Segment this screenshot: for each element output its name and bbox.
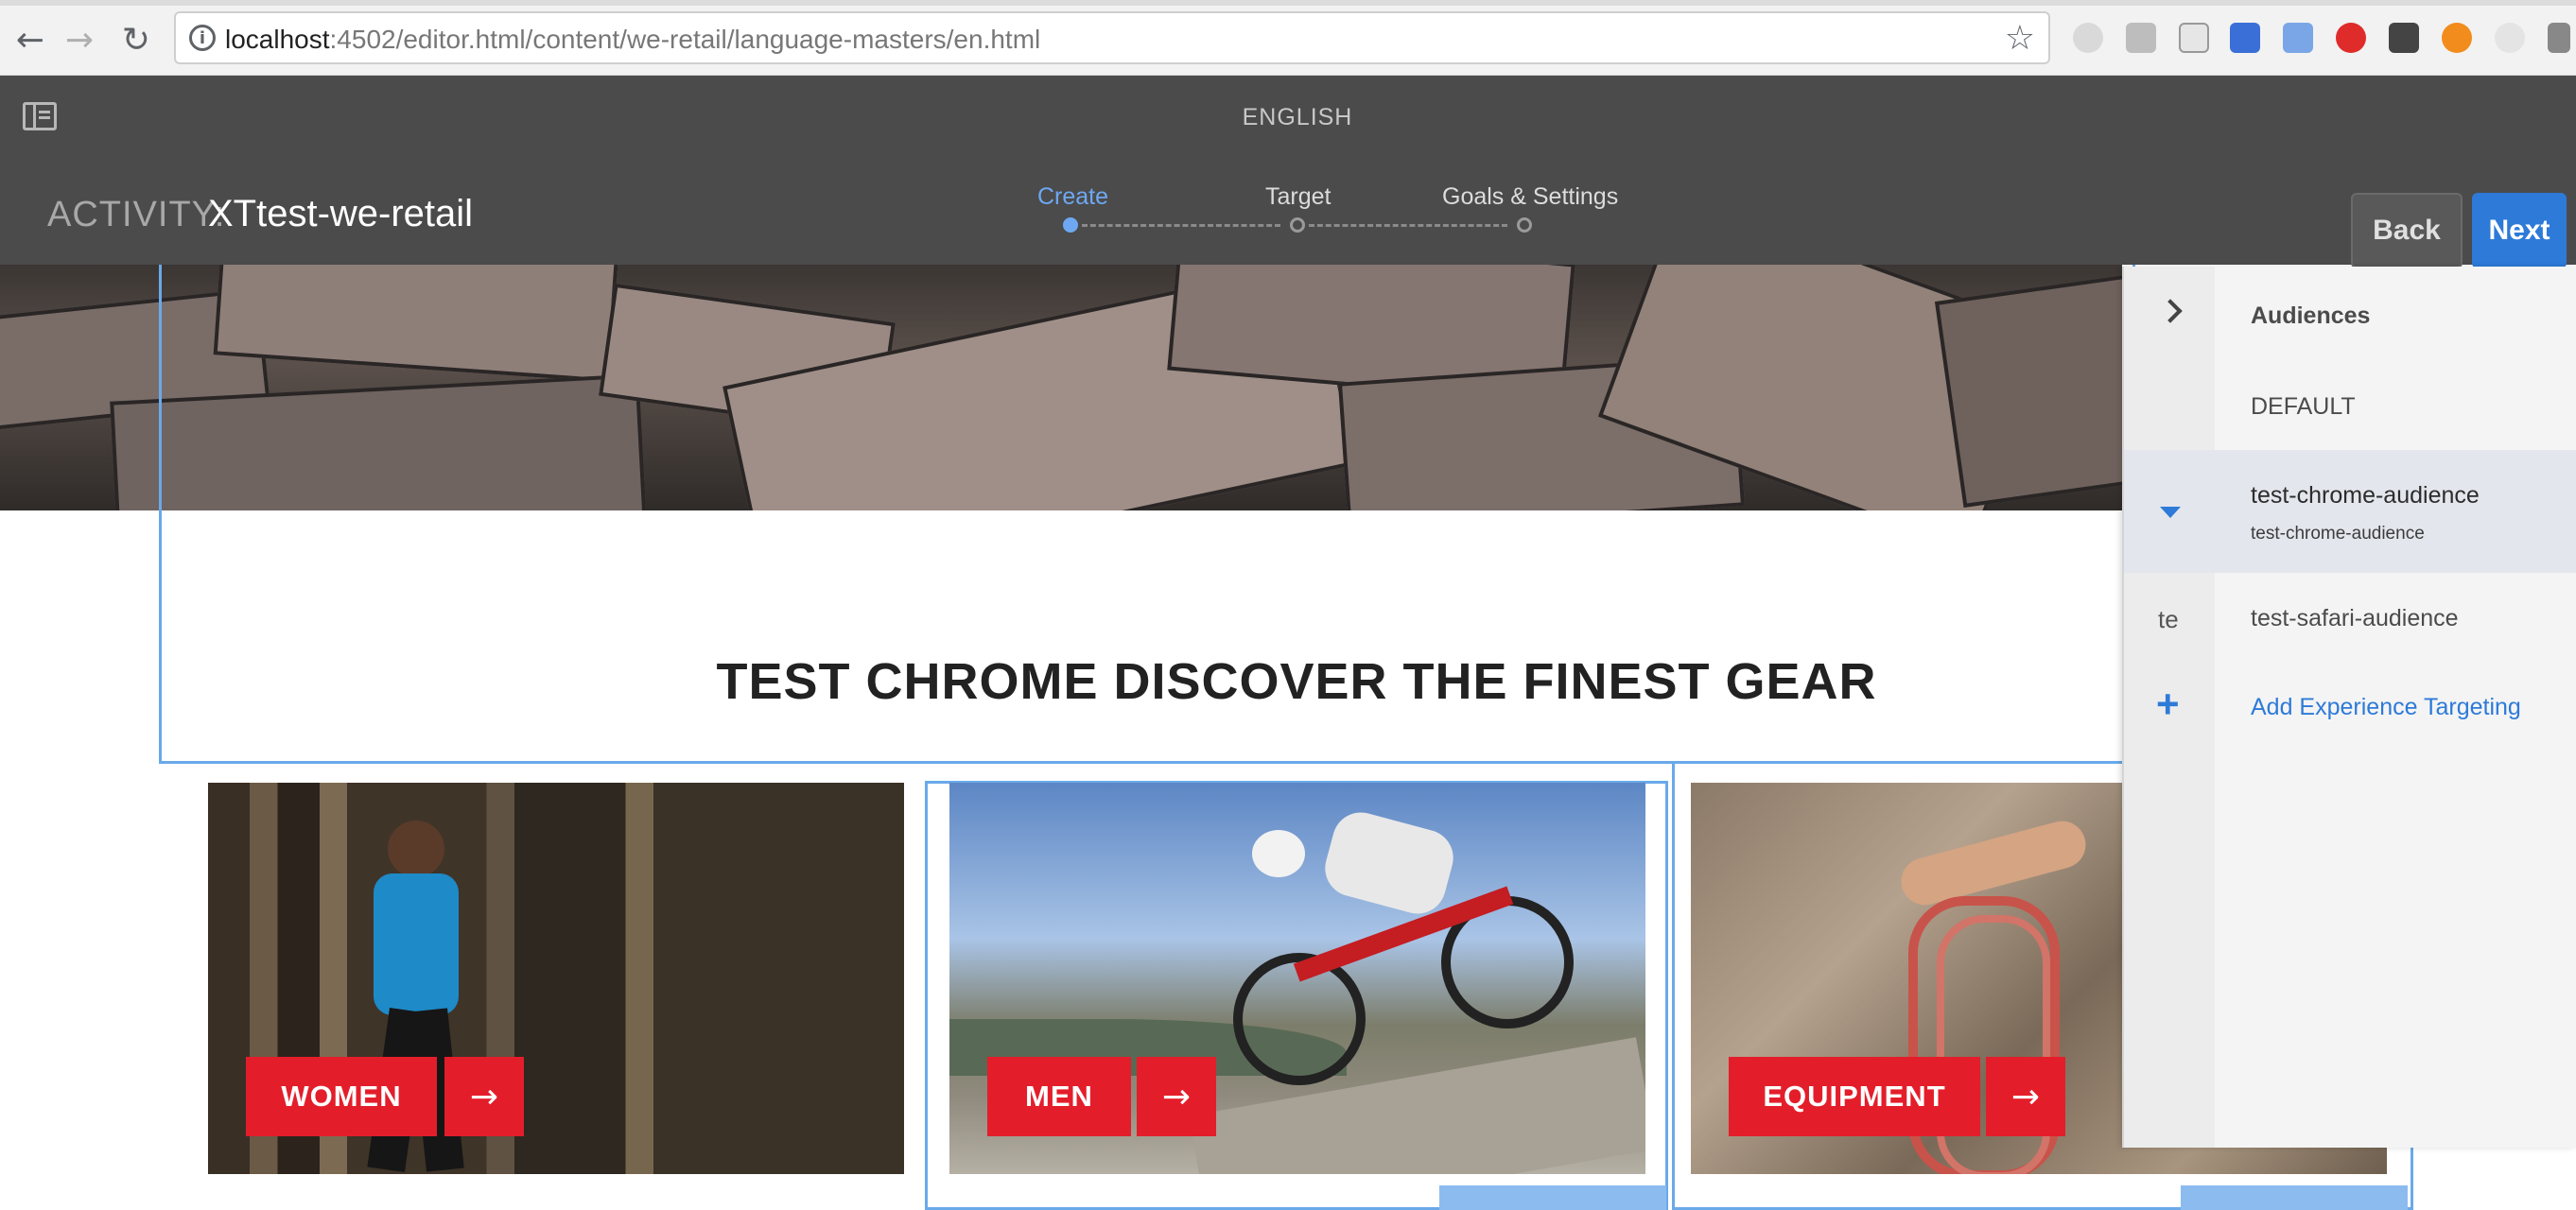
- extension-icon[interactable]: [2073, 23, 2103, 53]
- audiences-title: Audiences: [2251, 302, 2371, 329]
- plus-icon[interactable]: +: [2156, 684, 2180, 724]
- step-target[interactable]: Target: [1265, 183, 1331, 211]
- menu-icon[interactable]: [2548, 23, 2570, 53]
- tab-strip: [0, 0, 2576, 6]
- language-label: ENGLISH: [1242, 104, 1353, 130]
- extension-icon[interactable]: [2230, 23, 2260, 53]
- audience-label: test-safari-audience: [2251, 605, 2459, 631]
- component-toolbar-tab[interactable]: [2181, 1185, 2408, 1210]
- step-create[interactable]: Create: [1037, 183, 1108, 211]
- url-path: :4502/editor.html/content/we-retail/lang…: [329, 25, 1041, 54]
- component-toolbar-tab[interactable]: [1439, 1185, 1666, 1210]
- step-connector: [1082, 224, 1280, 227]
- equipment-button[interactable]: EQUIPMENT: [1729, 1057, 1980, 1136]
- audience-row-test-chrome[interactable]: [2124, 450, 2576, 573]
- back-icon[interactable]: ←: [8, 17, 53, 62]
- arrow-right-icon[interactable]: →: [1986, 1057, 2065, 1136]
- step-indicator-create: [1063, 217, 1078, 233]
- arrow-right-icon[interactable]: →: [444, 1057, 524, 1136]
- step-goals-settings[interactable]: Goals & Settings: [1442, 183, 1618, 211]
- extension-icon[interactable]: [2336, 23, 2366, 53]
- browser-toolbar: ← → ↻ i localhost:4502/editor.html/conte…: [0, 0, 2576, 76]
- step-indicator-goals: [1517, 217, 1532, 233]
- forward-icon[interactable]: →: [57, 17, 102, 62]
- extension-icon[interactable]: [2126, 23, 2156, 53]
- audience-label: DEFAULT: [2251, 393, 2356, 420]
- url-host: localhost: [225, 25, 330, 54]
- arrow-right-icon[interactable]: →: [1137, 1057, 1216, 1136]
- audience-marker: te: [2158, 605, 2179, 633]
- info-icon[interactable]: i: [189, 25, 216, 51]
- step-connector: [1309, 224, 1507, 227]
- women-button[interactable]: WOMEN: [246, 1057, 437, 1136]
- star-icon[interactable]: ☆: [2005, 19, 2035, 58]
- add-experience-targeting-link[interactable]: Add Experience Targeting: [2251, 694, 2521, 721]
- url-text[interactable]: localhost:4502/editor.html/content/we-re…: [225, 25, 1040, 55]
- caret-down-icon[interactable]: [2160, 507, 2181, 518]
- extension-icon[interactable]: [2283, 23, 2313, 53]
- step-indicator-target: [1290, 217, 1305, 233]
- men-button[interactable]: MEN: [987, 1057, 1131, 1136]
- activity-name: XTtest-we-retail: [208, 193, 474, 234]
- audiences-panel: Audiences DEFAULT test-chrome-audience t…: [2122, 267, 2576, 1148]
- audience-row-test-safari[interactable]: te test-safari-audience: [2124, 573, 2576, 664]
- activity-header: ENGLISH ACTIVITY: XTtest-we-retail Creat…: [0, 76, 2576, 268]
- reload-icon[interactable]: ↻: [113, 17, 159, 62]
- back-button[interactable]: Back: [2351, 193, 2463, 268]
- activity-prefix: ACTIVITY:: [47, 195, 226, 234]
- qr-icon[interactable]: [2389, 23, 2419, 53]
- extension-icon[interactable]: [2179, 23, 2209, 53]
- extension-icon[interactable]: [2495, 23, 2525, 53]
- audience-row-default[interactable]: DEFAULT: [2124, 357, 2576, 448]
- audience-sublabel: test-chrome-audience: [2251, 524, 2425, 544]
- address-bar[interactable]: i localhost:4502/editor.html/content/we-…: [174, 11, 2050, 64]
- audience-label: test-chrome-audience: [2251, 482, 2480, 509]
- extension-icon[interactable]: [2442, 23, 2472, 53]
- next-button[interactable]: Next: [2472, 193, 2567, 268]
- page-headline: TEST CHROME DISCOVER THE FINEST GEAR: [716, 653, 1877, 710]
